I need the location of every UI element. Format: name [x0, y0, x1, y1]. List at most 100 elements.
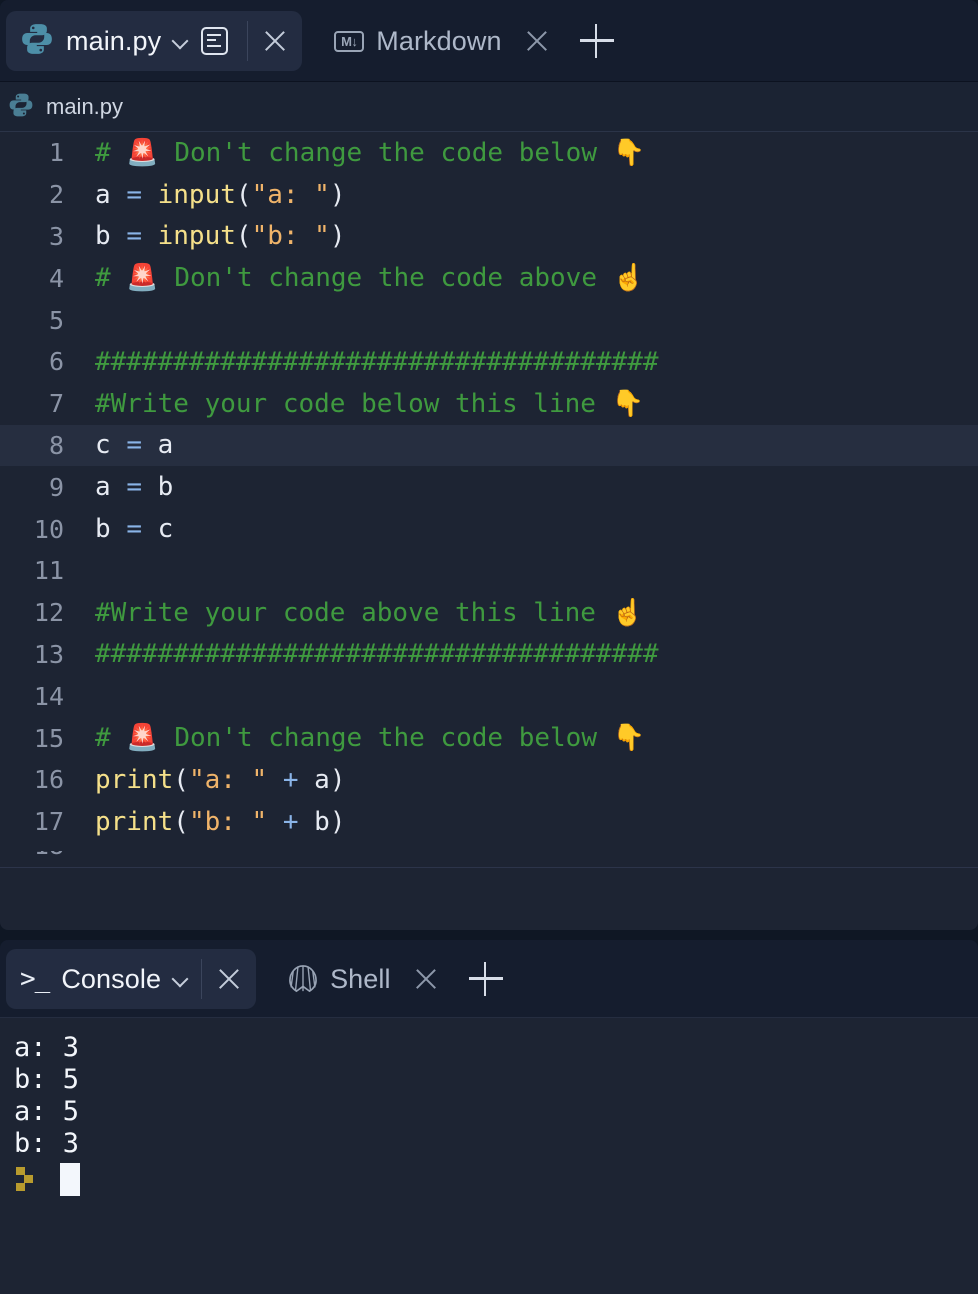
- editor-pane: main.py M↓ Markdown main.py 1 # 🚨 Don't …: [0, 0, 978, 930]
- code-token: +: [282, 764, 299, 795]
- console-output-line: b: 3: [14, 1128, 80, 1159]
- code-line[interactable]: 9 a = b: [0, 466, 978, 508]
- code-token: =: [126, 514, 142, 545]
- line-number: 17: [33, 807, 64, 837]
- code-token: (: [235, 179, 252, 210]
- new-console-tab-button[interactable]: [468, 962, 503, 996]
- tab-main-py[interactable]: main.py: [6, 11, 303, 71]
- code-line[interactable]: 17 print("b: " + b): [0, 801, 978, 843]
- line-number: 3: [48, 221, 64, 251]
- code-line[interactable]: 5: [0, 299, 978, 341]
- close-tab-console-button[interactable]: [208, 958, 250, 1000]
- code-line-text: b = c: [76, 514, 173, 544]
- tab-divider: [201, 959, 203, 999]
- code-token: b: [95, 221, 127, 252]
- emoji-glyph: ☝️: [611, 597, 644, 628]
- code-line[interactable]: 7 #Write your code below this line 👇: [0, 383, 978, 425]
- code-token: c: [95, 430, 127, 461]
- close-tab-markdown-button[interactable]: [516, 20, 558, 62]
- console-pane: >_ Console Shell a: 3 b: 5 a: 5 b: 3: [0, 940, 978, 1294]
- console-prompt-row[interactable]: [14, 1162, 978, 1196]
- code-line[interactable]: 12 #Write your code above this line ☝️: [0, 592, 978, 634]
- emoji-glyph: 👇: [612, 137, 646, 168]
- document-outline-icon: [200, 27, 228, 55]
- close-tab-shell-button[interactable]: [405, 958, 447, 1000]
- code-line-text: #Write your code below this line 👇: [76, 389, 644, 419]
- code-token: Don't change the code below: [158, 137, 613, 168]
- tab-label: main.py: [66, 25, 162, 56]
- text-cursor: [60, 1162, 80, 1196]
- code-token: "b: ": [188, 806, 268, 837]
- code-line-text: # 🚨 Don't change the code above ☝️: [76, 263, 645, 293]
- code-token: "b: ": [251, 221, 330, 252]
- line-number: 7: [48, 389, 64, 419]
- code-line-text: print("b: " + b): [76, 807, 346, 837]
- code-line-text: ####################################: [76, 639, 659, 669]
- tab-label: Markdown: [376, 25, 502, 56]
- code-line[interactable]: 8 c = a: [0, 424, 978, 467]
- code-token: print: [95, 764, 174, 795]
- code-line[interactable]: 11: [0, 550, 978, 592]
- code-line-text: b = input("b: "): [76, 221, 346, 251]
- tab-console[interactable]: >_ Console: [6, 949, 257, 1009]
- tab-label: Shell: [330, 963, 391, 994]
- line-number: 14: [33, 681, 64, 711]
- replit-prompt-icon: [16, 1167, 38, 1191]
- console-tabbar: >_ Console Shell: [0, 940, 978, 1018]
- code-line[interactable]: 16 print("a: " + a): [0, 759, 978, 801]
- code-line[interactable]: 6 ####################################: [0, 341, 978, 383]
- code-token: input: [157, 179, 236, 210]
- code-line-text: print("a: " + a): [76, 765, 346, 795]
- tab-markdown[interactable]: M↓ Markdown: [320, 11, 563, 71]
- close-tab-main-py-button[interactable]: [254, 20, 296, 62]
- code-token: Don't change the code below: [158, 723, 613, 754]
- line-number: 15: [33, 723, 64, 753]
- code-line[interactable]: 10 b = c: [0, 508, 978, 550]
- code-token: ####################################: [95, 346, 659, 377]
- line-number: 18: [0, 851, 76, 860]
- code-line-text: a = b: [76, 472, 173, 502]
- code-token: (: [173, 806, 189, 837]
- line-number: 10: [33, 514, 64, 544]
- code-line[interactable]: 1 # 🚨 Don't change the code below 👇: [0, 132, 978, 174]
- file-header: main.py: [0, 82, 978, 132]
- code-token: (: [235, 221, 252, 252]
- code-line[interactable]: 4 # 🚨 Don't change the code above ☝️: [0, 257, 978, 299]
- code-line-text: a = input("a: "): [76, 180, 346, 210]
- code-line[interactable]: 2 a = input("a: "): [0, 174, 978, 216]
- code-token: #: [95, 723, 127, 754]
- chevron-down-icon[interactable]: [173, 33, 189, 49]
- code-token: =: [126, 472, 142, 503]
- emoji-glyph: ☝️: [612, 263, 646, 294]
- python-icon: [20, 22, 54, 61]
- close-icon: [214, 964, 244, 994]
- console-output-line: a: 5: [14, 1096, 80, 1127]
- code-line[interactable]: 14: [0, 675, 978, 717]
- code-token: ####################################: [95, 639, 659, 670]
- new-editor-tab-button[interactable]: [579, 24, 614, 58]
- line-number: 5: [48, 305, 64, 335]
- code-line[interactable]: 15 # 🚨 Don't change the code below 👇: [0, 717, 978, 759]
- code-token: "a: ": [251, 179, 330, 210]
- code-token: (: [173, 764, 189, 795]
- code-token: b: [95, 514, 127, 545]
- python-icon: [8, 92, 34, 123]
- code-line-text: ####################################: [76, 347, 659, 377]
- code-token: b: [141, 472, 174, 503]
- tab-divider: [247, 21, 249, 61]
- console-output[interactable]: a: 3 b: 5 a: 5 b: 3: [0, 1018, 978, 1294]
- tab-shell[interactable]: Shell: [274, 949, 453, 1009]
- code-line[interactable]: 13 ####################################: [0, 634, 978, 676]
- close-icon: [522, 26, 552, 56]
- emoji-glyph: 👇: [611, 388, 644, 419]
- code-line-clipped: 18: [0, 851, 978, 867]
- code-editor[interactable]: 1 # 🚨 Don't change the code below 👇 2 a = i…: [0, 132, 978, 867]
- code-line[interactable]: 3 b = input("b: "): [0, 216, 978, 258]
- markdown-icon: M↓: [334, 30, 365, 52]
- code-line[interactable]: 18: [0, 851, 978, 867]
- code-token: a): [298, 764, 346, 795]
- code-line-text: #Write your code above this line ☝️: [76, 598, 644, 628]
- chevron-down-icon[interactable]: [173, 971, 189, 987]
- outline-view-button[interactable]: [193, 20, 235, 62]
